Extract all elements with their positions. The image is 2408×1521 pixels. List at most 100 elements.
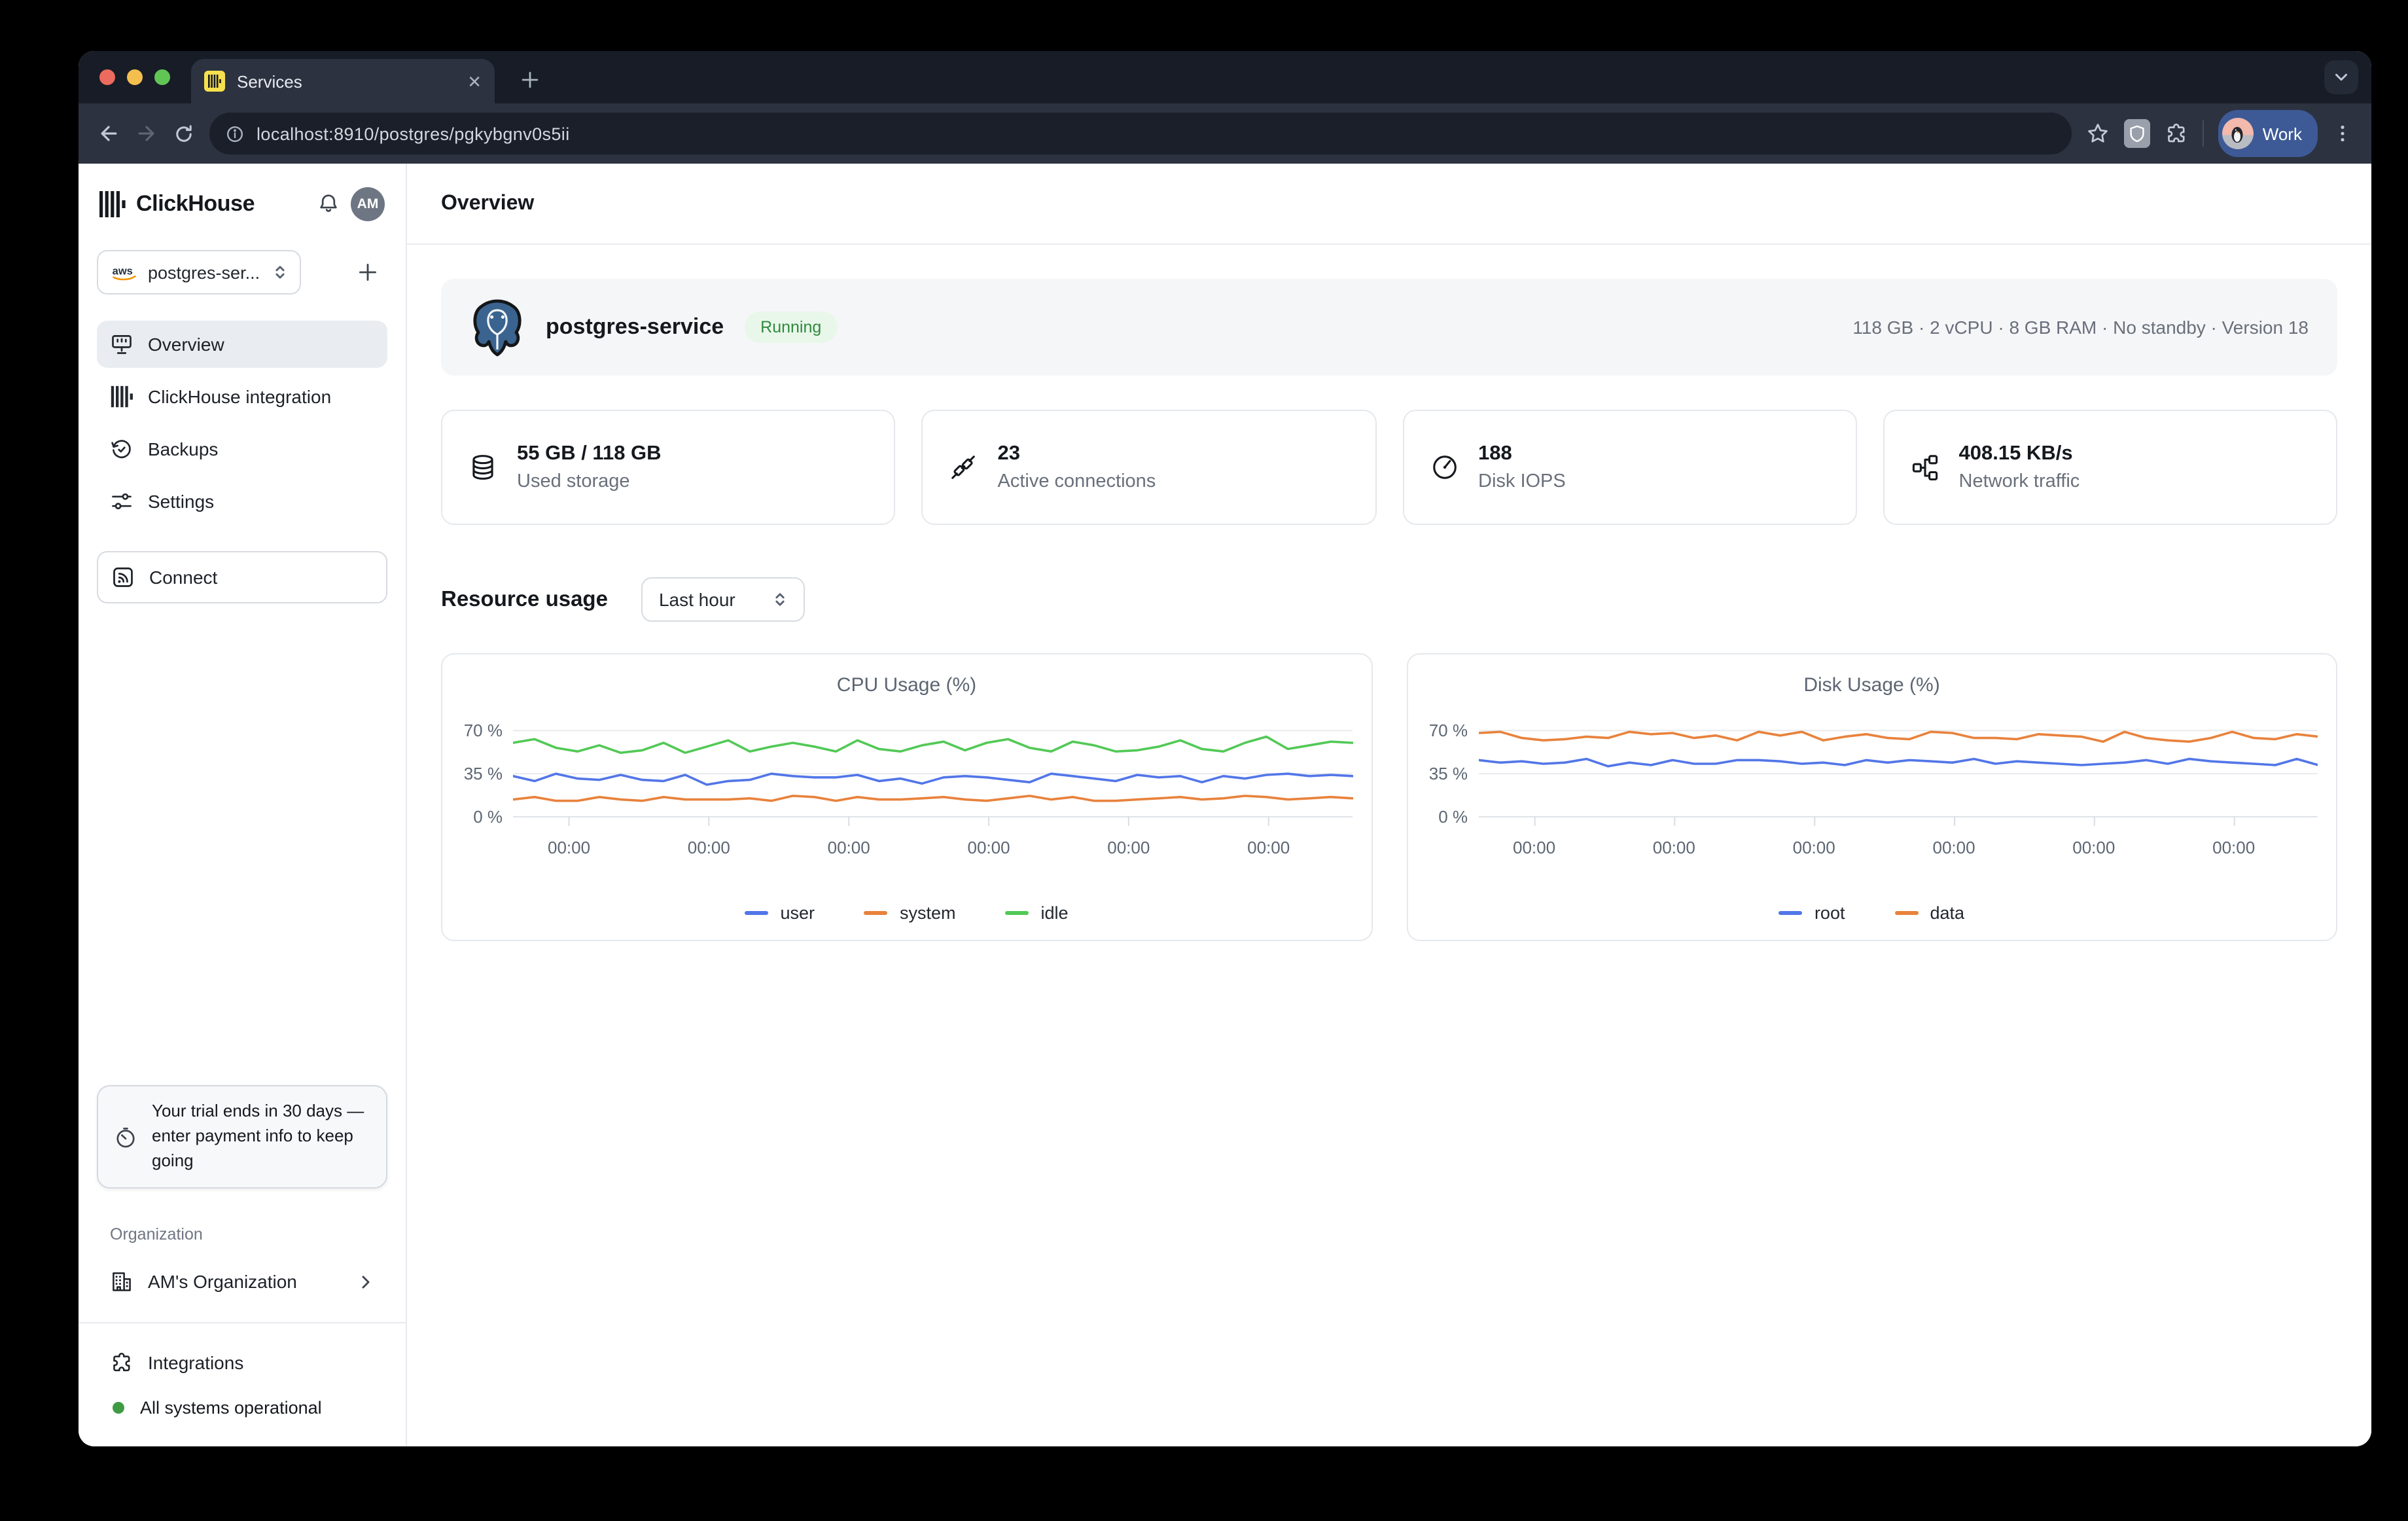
zoom-window-button[interactable]	[154, 69, 170, 85]
stat-card-used-storage: 55 GB / 118 GB Used storage	[441, 410, 896, 525]
stat-label: Used storage	[517, 471, 662, 492]
x-tick-label: 00:00	[828, 838, 870, 857]
sidebar-item-settings[interactable]: Settings	[97, 478, 387, 525]
clickhouse-logo-icon	[99, 191, 126, 217]
organization-name: AM's Organization	[148, 1271, 297, 1292]
service-hero-card: postgres-service Running 118 GB · 2 vCPU…	[441, 279, 2337, 376]
trial-notice: Your trial ends in 30 days — enter payme…	[97, 1086, 387, 1189]
toolbar-divider	[2203, 120, 2204, 147]
svg-text:aws: aws	[113, 266, 133, 277]
brand-row: ClickHouse AM	[97, 187, 387, 221]
new-tab-button[interactable]	[513, 63, 547, 97]
building-icon	[110, 1270, 133, 1293]
site-info-icon[interactable]	[225, 124, 245, 143]
url-bar[interactable]: localhost:8910/postgres/pgkybgnv0s5ii	[209, 113, 2072, 154]
connect-button[interactable]: Connect	[97, 551, 387, 603]
bookmark-star-icon[interactable]	[2086, 122, 2110, 145]
sidebar-item-backups[interactable]: Backups	[97, 425, 387, 473]
tab-services[interactable]: Services ✕	[191, 59, 495, 103]
sidebar-divider	[79, 1322, 406, 1323]
x-axis-labels: 00:0000:0000:0000:0000:0000:00	[513, 838, 1353, 861]
profile-chip[interactable]: Work	[2218, 110, 2318, 157]
x-axis-labels: 00:0000:0000:0000:0000:0000:00	[1478, 838, 2318, 861]
browser-menu-icon[interactable]	[2332, 123, 2353, 144]
close-window-button[interactable]	[99, 69, 115, 85]
stat-card-network-traffic: 408.15 KB/s Network traffic	[1883, 410, 2338, 525]
stat-label: Disk IOPS	[1478, 471, 1566, 492]
service-specs: 118 GB · 2 vCPU · 8 GB RAM · No standby …	[1852, 317, 2309, 338]
x-tick-label: 00:00	[688, 838, 730, 857]
screen: Services ✕	[0, 0, 2408, 1521]
adblock-extension-icon[interactable]	[2124, 119, 2150, 148]
connect-label: Connect	[149, 567, 217, 588]
stat-value: 188	[1478, 442, 1566, 466]
organization-row[interactable]: AM's Organization	[97, 1257, 387, 1306]
integrations-row[interactable]: Integrations	[97, 1339, 387, 1386]
service-name: postgres-service	[546, 314, 724, 340]
resource-usage-row: Resource usage Last hour	[441, 577, 2337, 622]
status-badge: Running	[745, 312, 837, 343]
sidebar-item-overview[interactable]: Overview	[97, 321, 387, 368]
url-text: localhost:8910/postgres/pgkybgnv0s5ii	[257, 124, 570, 143]
updown-chevron-icon	[772, 590, 788, 609]
status-label: All systems operational	[140, 1397, 322, 1417]
y-axis-labels: 70 %35 %0 %	[450, 712, 513, 838]
service-selector[interactable]: aws postgres-ser...	[97, 250, 301, 295]
main-area: Overview postgres-service Running 118 GB…	[407, 164, 2371, 1446]
forward-icon[interactable]	[135, 122, 158, 145]
stat-value: 23	[998, 442, 1156, 466]
y-axis-labels: 70 %35 %0 %	[1415, 712, 1478, 838]
legend-item: data	[1894, 903, 1964, 923]
timer-icon	[114, 1125, 137, 1149]
updown-chevron-icon	[272, 263, 288, 281]
tab-strip: Services ✕	[79, 51, 2371, 103]
system-status-row[interactable]: All systems operational	[97, 1386, 387, 1428]
charts-row: CPU Usage (%) 70 %35 %0 % 00:0000:0000:0…	[441, 653, 2337, 941]
stat-label: Active connections	[998, 471, 1156, 492]
x-tick-label: 00:00	[1653, 838, 1695, 857]
cpu-usage-chart: CPU Usage (%) 70 %35 %0 % 00:0000:0000:0…	[441, 653, 1372, 941]
sidebar-item-label: Overview	[148, 334, 224, 355]
legend-item: idle	[1006, 903, 1069, 923]
stat-value: 55 GB / 118 GB	[517, 442, 662, 466]
clickhouse-bars-icon	[110, 385, 133, 408]
y-tick-label: 70 %	[1429, 721, 1468, 740]
sliders-icon	[110, 490, 133, 513]
disk-usage-chart: Disk Usage (%) 70 %35 %0 % 00:0000:0000:…	[1406, 653, 2337, 941]
y-tick-label: 0 %	[1438, 807, 1468, 827]
tab-search-button[interactable]	[2324, 60, 2358, 94]
postgres-elephant-icon	[470, 297, 525, 357]
browser-window: Services ✕	[79, 51, 2371, 1446]
brand-name: ClickHouse	[136, 191, 306, 217]
connect-wifi-icon	[111, 565, 135, 589]
profile-avatar	[2222, 118, 2254, 149]
history-icon	[110, 437, 133, 461]
sidebar-nav: Overview ClickHouse integration Backups …	[97, 321, 387, 525]
user-avatar[interactable]: AM	[351, 187, 385, 221]
page-content: postgres-service Running 118 GB · 2 vCPU…	[407, 245, 2371, 941]
sidebar-item-label: ClickHouse integration	[148, 386, 331, 407]
notifications-bell-icon[interactable]	[317, 192, 340, 216]
add-service-button[interactable]	[348, 253, 387, 292]
sidebar-item-label: Settings	[148, 491, 214, 512]
network-icon	[1911, 453, 1939, 482]
sidebar-item-label: Backups	[148, 438, 218, 459]
back-icon[interactable]	[97, 122, 120, 145]
sidebar-item-clickhouse-integration[interactable]: ClickHouse integration	[97, 373, 387, 420]
database-icon	[469, 453, 497, 482]
plot-area	[1478, 712, 2318, 838]
x-tick-label: 00:00	[1513, 838, 1555, 857]
tab-title: Services	[237, 71, 455, 91]
reload-icon[interactable]	[173, 122, 195, 145]
time-range-value: Last hour	[659, 589, 735, 610]
plot-area	[513, 712, 1353, 838]
organization-heading: Organization	[97, 1225, 387, 1244]
chart-title: Disk Usage (%)	[1408, 674, 2336, 696]
extensions-puzzle-icon[interactable]	[2165, 122, 2188, 145]
stat-card-active-connections: 23 Active connections	[922, 410, 1377, 525]
time-range-select[interactable]: Last hour	[642, 577, 805, 622]
tab-close-icon[interactable]: ✕	[467, 73, 482, 90]
y-tick-label: 35 %	[464, 764, 503, 783]
legend-item: system	[864, 903, 956, 923]
minimize-window-button[interactable]	[127, 69, 143, 85]
